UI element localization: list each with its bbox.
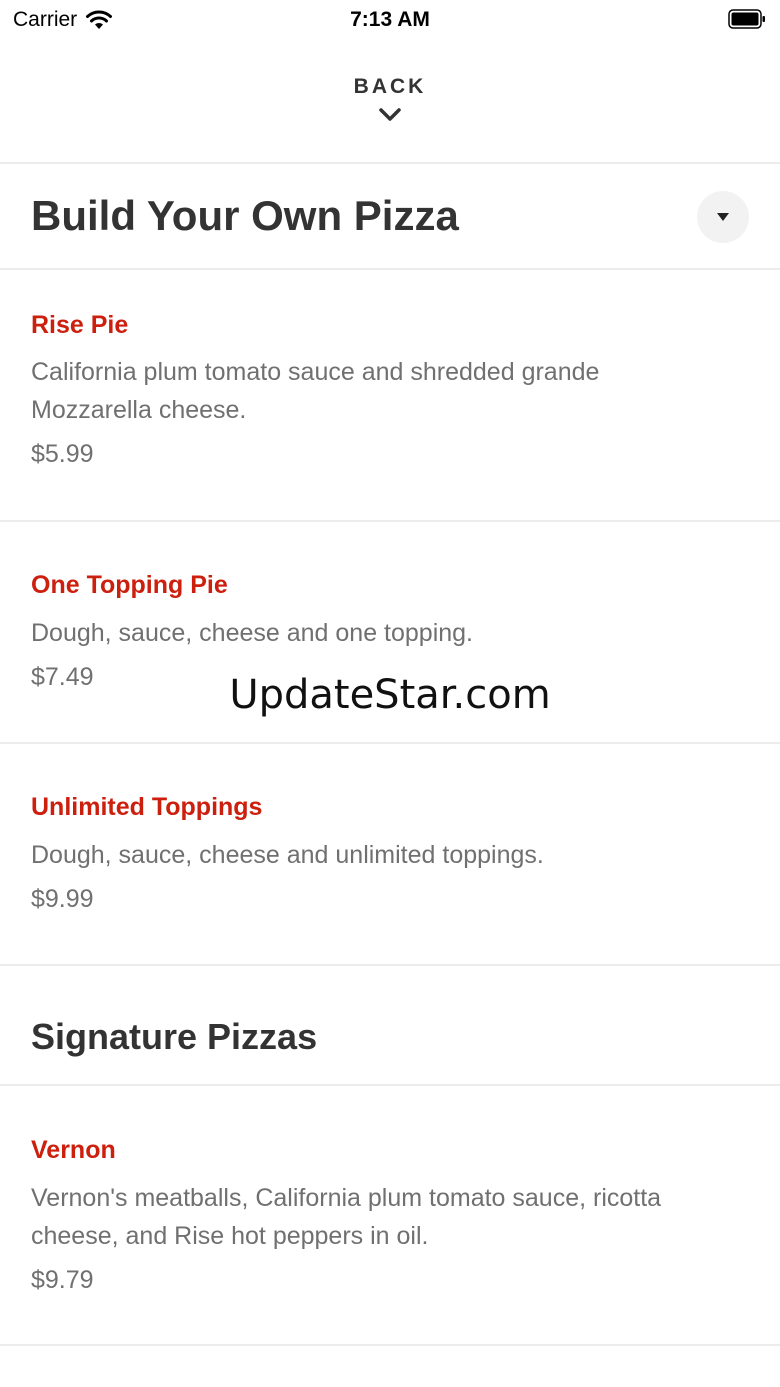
item-description: California plum tomato sauce and shredde… — [31, 358, 600, 424]
chevron-down-icon — [379, 108, 401, 121]
caret-down-icon — [717, 213, 729, 221]
item-price: $5.99 — [31, 440, 94, 468]
divider — [0, 268, 780, 270]
menu-item-unlimited-toppings[interactable]: Unlimited Toppings Dough, sauce, cheese … — [31, 790, 751, 916]
divider — [0, 1344, 780, 1346]
watermark: UpdateStar.com — [229, 672, 551, 718]
menu-item-vernon[interactable]: Vernon Vernon's meatballs, California pl… — [31, 1133, 751, 1297]
item-name: Unlimited Toppings — [31, 793, 263, 821]
status-bar: Carrier 7:13 AM — [0, 0, 780, 40]
item-description: Dough, sauce, cheese and one topping. — [31, 619, 474, 647]
back-button[interactable]: BACK — [0, 60, 780, 162]
section-title-signature-pizzas: Signature Pizzas — [31, 1016, 318, 1057]
back-label: BACK — [353, 75, 427, 98]
section-toggle-button[interactable] — [697, 191, 749, 243]
item-price: $9.79 — [31, 1266, 94, 1294]
divider — [0, 1084, 780, 1086]
item-price: $9.99 — [31, 885, 94, 913]
status-time: 7:13 AM — [350, 8, 430, 31]
item-description: Vernon's meatballs, California plum toma… — [31, 1184, 662, 1250]
item-description: Dough, sauce, cheese and unlimited toppi… — [31, 841, 544, 869]
menu-item-rise-pie[interactable]: Rise Pie California plum tomato sauce an… — [31, 308, 751, 471]
battery-icon — [728, 9, 765, 29]
item-name: One Topping Pie — [31, 571, 228, 599]
item-name: Vernon — [31, 1136, 116, 1164]
divider — [0, 520, 780, 522]
divider — [0, 742, 780, 744]
divider — [0, 964, 780, 966]
divider — [0, 162, 780, 164]
section-title-build-your-own: Build Your Own Pizza — [31, 192, 459, 239]
item-name: Rise Pie — [31, 311, 129, 339]
